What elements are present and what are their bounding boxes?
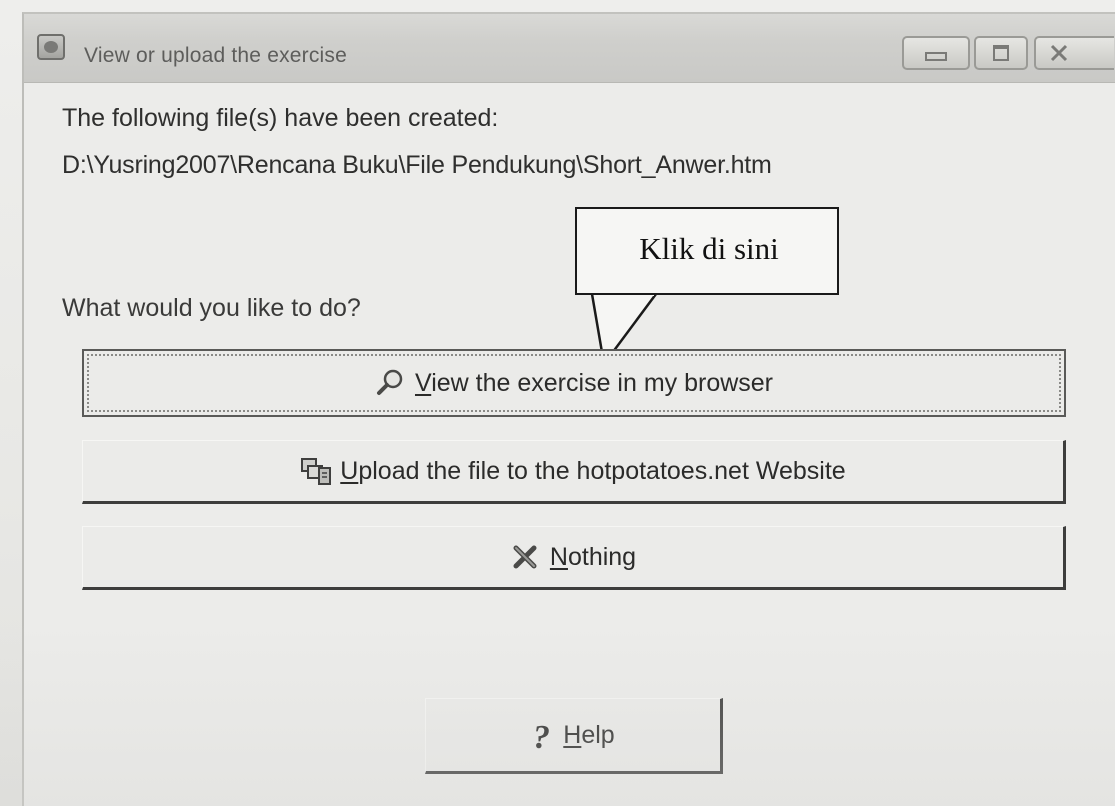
view-exercise-button[interactable]: View the exercise in my browser (82, 349, 1066, 417)
created-files-label: The following file(s) have been created: (62, 104, 499, 132)
help-label: Help (563, 720, 615, 749)
minimize-button[interactable] (902, 36, 970, 70)
close-button[interactable] (1034, 36, 1114, 70)
upload-icon (300, 456, 332, 486)
maximize-icon (993, 45, 1009, 61)
nothing-label: Nothing (549, 542, 637, 571)
callout-text: Klik di sini (639, 231, 779, 266)
question-label: What would you like to do? (62, 294, 361, 322)
window-title: View or upload the exercise (84, 44, 347, 67)
upload-file-button[interactable]: Upload the file to the hotpotatoes.net W… (82, 440, 1066, 504)
question-mark-icon: ? (531, 719, 555, 756)
nothing-button[interactable]: Nothing (82, 526, 1066, 590)
file-path-text: D:\Yusring2007\Rencana Buku\File Penduku… (62, 151, 772, 179)
callout-box: Klik di sini (575, 207, 839, 295)
app-icon[interactable] (37, 34, 65, 60)
upload-file-label: Upload the file to the hotpotatoes.net W… (340, 456, 846, 485)
magnifier-icon (375, 368, 405, 398)
svg-text:?: ? (533, 720, 550, 754)
help-button[interactable]: ? Help (425, 698, 723, 774)
close-icon (1050, 44, 1068, 62)
screenshot-photo: View or upload the exercise The followin… (0, 0, 1115, 806)
minimize-icon (925, 52, 947, 61)
maximize-button[interactable] (974, 36, 1028, 70)
x-mark-icon (510, 542, 540, 572)
view-exercise-label: View the exercise in my browser (414, 368, 774, 397)
title-bar[interactable]: View or upload the exercise (24, 14, 1115, 83)
